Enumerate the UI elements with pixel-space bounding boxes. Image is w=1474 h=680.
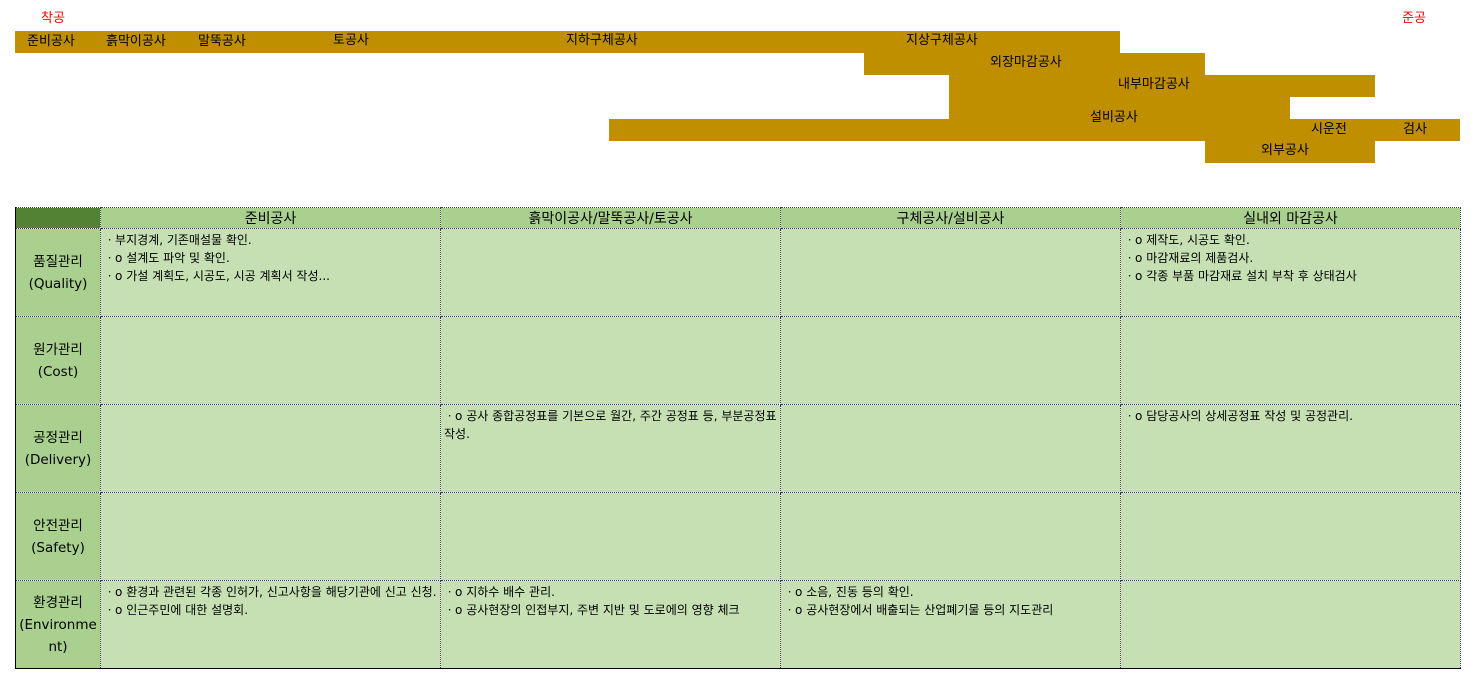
label-interior-finish: 내부마감공사	[1118, 77, 1190, 92]
row-sublabel: (Cost)	[37, 363, 79, 380]
row-safety: 안전관리 (Safety)	[15, 492, 1461, 581]
row-label: 원가관리	[33, 341, 83, 358]
column-header-prep: 준비공사	[100, 207, 441, 229]
row-sublabel: (Quality)	[28, 275, 88, 292]
label-piling: 말뚝공사	[198, 34, 246, 49]
cell-line: ㆍo 설계도 파악 및 확인.	[104, 251, 230, 265]
cell-line: ㆍo 공사현장의 인접부지, 주변 지반 및 도로에의 영향 체크	[444, 603, 740, 617]
cell-line: ㆍo 인근주민에 대한 설명회.	[104, 603, 249, 617]
label-underground: 지하구체공사	[566, 33, 638, 48]
label-prep: 준비공사	[27, 34, 75, 49]
cell-cost-earthwork	[440, 316, 781, 405]
cell-delivery-structure	[780, 404, 1121, 493]
row-header-environment: 환경관리 (Environment)	[15, 580, 101, 669]
label-inspection: 검사	[1403, 122, 1427, 137]
row-header-safety: 안전관리 (Safety)	[15, 492, 101, 581]
column-header-structure: 구체공사/설비공사	[780, 207, 1121, 229]
milestone-end: 준공	[1402, 11, 1426, 26]
cell-quality-structure	[780, 228, 1121, 317]
label-exterior-finish: 외장마감공사	[990, 55, 1062, 70]
row-label: 품질관리	[33, 253, 83, 270]
cell-line: ㆍo 환경과 관련된 각종 인허가, 신고사항을 해당기관에 신고 신청.	[104, 585, 437, 599]
cell-quality-prep: ㆍ부지경계, 기존매설물 확인. ㆍo 설계도 파악 및 확인. ㆍo 가설 계…	[100, 228, 441, 317]
cell-quality-finish: ㆍo 제작도, 시공도 확인. ㆍo 마감재료의 제품검사. ㆍo 각종 부품 …	[1120, 228, 1461, 317]
row-sublabel: (Safety)	[31, 539, 85, 556]
row-label: 환경관리	[33, 594, 83, 611]
management-matrix: 준비공사 흙막이공사/말뚝공사/토공사 구체공사/설비공사 실내외 마감공사 품…	[15, 207, 1461, 669]
cell-environment-finish	[1120, 580, 1461, 669]
cell-delivery-finish: ㆍo 담당공사의 상세공정표 작성 및 공정관리.	[1120, 404, 1461, 493]
cell-line: ㆍo 공사현장에서 배출되는 산업폐기물 등의 지도관리	[784, 603, 1054, 617]
column-header-earthwork: 흙막이공사/말뚝공사/토공사	[440, 207, 781, 229]
cell-safety-prep	[100, 492, 441, 581]
cell-line: ㆍo 담당공사의 상세공정표 작성 및 공정관리.	[1124, 409, 1353, 423]
row-delivery: 공정관리 (Delivery) ㆍo 공사 종합공정표를 기본으로 월간, 주간…	[15, 404, 1461, 493]
label-external-works: 외부공사	[1261, 143, 1309, 158]
cell-delivery-earthwork: ㆍo 공사 종합공정표를 기본으로 월간, 주간 공정표 등, 부분공정표 작성…	[440, 404, 781, 493]
cell-line: ㆍo 제작도, 시공도 확인.	[1124, 233, 1250, 247]
cell-line: ㆍ부지경계, 기존매설물 확인.	[104, 233, 252, 247]
cell-safety-finish	[1120, 492, 1461, 581]
cell-safety-earthwork	[440, 492, 781, 581]
row-label: 공정관리	[33, 429, 83, 446]
cell-cost-prep	[100, 316, 441, 405]
row-header-quality: 품질관리 (Quality)	[15, 228, 101, 317]
cell-environment-prep: ㆍo 환경과 관련된 각종 인허가, 신고사항을 해당기관에 신고 신청. ㆍo…	[100, 580, 441, 669]
cell-line: ㆍo 각종 부품 마감재료 설치 부착 후 상태검사	[1124, 269, 1357, 283]
row-sublabel: (Delivery)	[24, 451, 92, 468]
cell-quality-earthwork	[440, 228, 781, 317]
row-quality: 품질관리 (Quality) ㆍ부지경계, 기존매설물 확인. ㆍo 설계도 파…	[15, 228, 1461, 317]
milestone-start: 착공	[41, 11, 65, 26]
cell-safety-structure	[780, 492, 1121, 581]
column-header-finish: 실내외 마감공사	[1120, 207, 1461, 229]
row-environment: 환경관리 (Environment) ㆍo 환경과 관련된 각종 인허가, 신고…	[15, 580, 1461, 669]
cell-cost-finish	[1120, 316, 1461, 405]
label-earthwork: 토공사	[333, 33, 369, 48]
cell-environment-earthwork: ㆍo 지하수 배수 관리. ㆍo 공사현장의 인접부지, 주변 지반 및 도로에…	[440, 580, 781, 669]
label-commissioning: 시운전	[1311, 122, 1347, 137]
label-above-ground: 지상구체공사	[906, 33, 978, 48]
cell-delivery-prep	[100, 404, 441, 493]
cell-environment-structure: ㆍo 소음, 진동 등의 확인. ㆍo 공사현장에서 배출되는 산업폐기물 등의…	[780, 580, 1121, 669]
label-earth-retaining: 흙막이공사	[106, 34, 166, 49]
cell-line: ㆍo 지하수 배수 관리.	[444, 585, 555, 599]
cell-line: ㆍo 소음, 진동 등의 확인.	[784, 585, 914, 599]
matrix-header-row: 준비공사 흙막이공사/말뚝공사/토공사 구체공사/설비공사 실내외 마감공사	[15, 207, 1461, 229]
row-header-cost: 원가관리 (Cost)	[15, 316, 101, 405]
row-cost: 원가관리 (Cost)	[15, 316, 1461, 405]
row-label: 안전관리	[33, 517, 83, 534]
row-sublabel: (Environment)	[19, 616, 97, 655]
label-mep: 설비공사	[1090, 110, 1138, 125]
matrix-corner	[15, 207, 101, 229]
cell-cost-structure	[780, 316, 1121, 405]
row-header-delivery: 공정관리 (Delivery)	[15, 404, 101, 493]
cell-line: ㆍo 공사 종합공정표를 기본으로 월간, 주간 공정표 등, 부분공정표 작성…	[444, 409, 777, 441]
cell-line: ㆍo 가설 계획도, 시공도, 시공 계획서 작성...	[104, 269, 330, 283]
cell-line: ㆍo 마감재료의 제품검사.	[1124, 251, 1254, 265]
